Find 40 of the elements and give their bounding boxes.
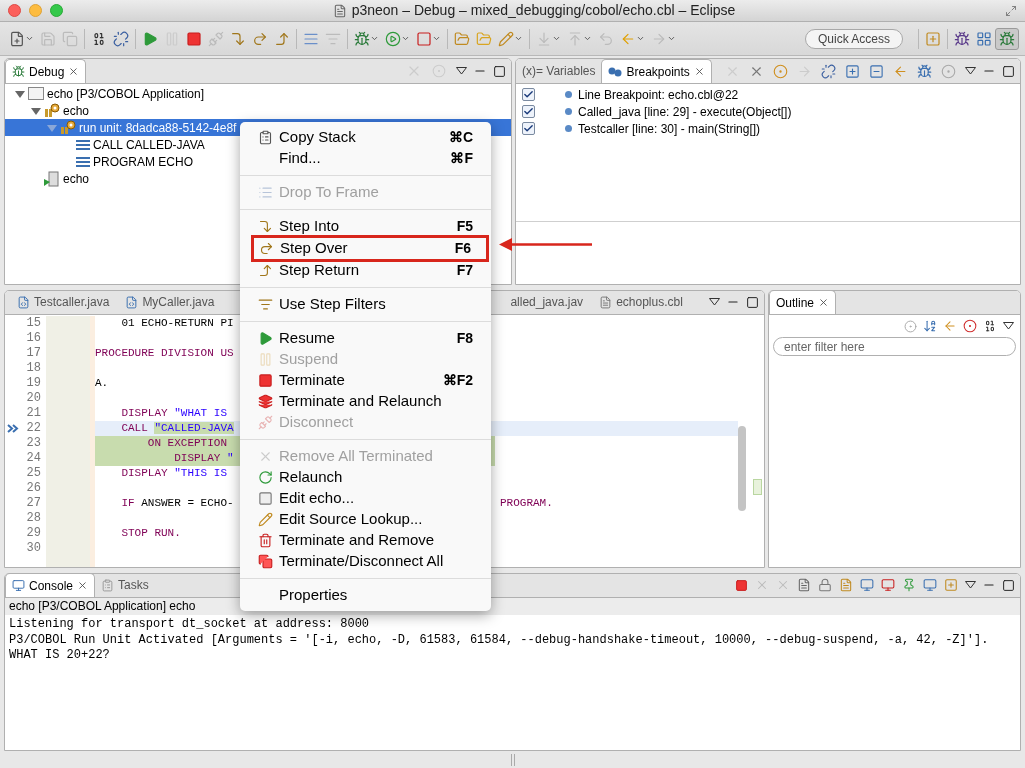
window-title: p3neon – Debug – mixed_debugging/cobol/echo.cbl – Eclipse [351, 1, 736, 20]
code-line: PROCEDURE DIVISION US [95, 346, 234, 361]
code-line: DISPLAY "WHAT IS [120, 406, 229, 421]
code-line: STOP RUN. [120, 526, 181, 541]
line-number: 17 [25, 346, 41, 361]
line-number: 27 [25, 496, 41, 511]
tree-label: echo [63, 102, 90, 120]
line-number: 24 [25, 451, 41, 466]
breakpoint-label: Testcaller [line: 30] - main(String[]) [578, 120, 761, 138]
tree-label: echo [P3/COBOL Application] [47, 85, 204, 103]
console-line: Listening for transport dt_socket at address: 8000 [9, 617, 371, 633]
code-line: PROGRAM. [500, 496, 553, 511]
line-number: 30 [25, 541, 41, 556]
line-number: 20 [25, 391, 41, 406]
console-line: P3/COBOL Run Unit Activated [Arguments = '[-i, echo, -D, 61583, 61584, --debug-handshake-timeout, 10000, --debug-suspend, -a, 42, -Z]']. [9, 632, 990, 648]
line-number: 25 [25, 466, 41, 481]
line-number: 16 [25, 331, 41, 346]
line-number: 15 [25, 316, 41, 331]
code-line: CALL "CALLED-JAVA [120, 421, 234, 436]
code-line: DISPLAY " [173, 451, 234, 466]
breakpoint-label: Called_java [line: 29] - execute(Object[]) [578, 103, 792, 121]
code-line: DISPLAY "THIS IS [120, 466, 229, 481]
code-line: A. [95, 376, 109, 391]
line-number: 29 [25, 526, 41, 541]
breakpoint-label: Line Breakpoint: echo.cbl@22 [578, 86, 739, 104]
code-line: 01 ECHO-RETURN PI [120, 316, 234, 331]
tree-label: run unit: 8dadca88-5142-4e8f [79, 119, 237, 137]
line-number: 18 [25, 361, 41, 376]
code-line: IF ANSWER = ECHO- [120, 496, 234, 511]
line-number: 23 [25, 436, 41, 451]
tree-label: echo [63, 170, 90, 188]
line-number: 26 [25, 481, 41, 496]
tree-label: CALL CALLED-JAVA [93, 136, 205, 154]
console-line: WHAT IS 20+22? [9, 648, 111, 664]
line-number: 21 [25, 406, 41, 421]
line-number: 22 [25, 421, 41, 436]
code-line: ON EXCEPTION [146, 436, 228, 451]
tree-label: PROGRAM ECHO [93, 153, 193, 171]
line-number: 19 [25, 376, 41, 391]
line-number: 28 [25, 511, 41, 526]
